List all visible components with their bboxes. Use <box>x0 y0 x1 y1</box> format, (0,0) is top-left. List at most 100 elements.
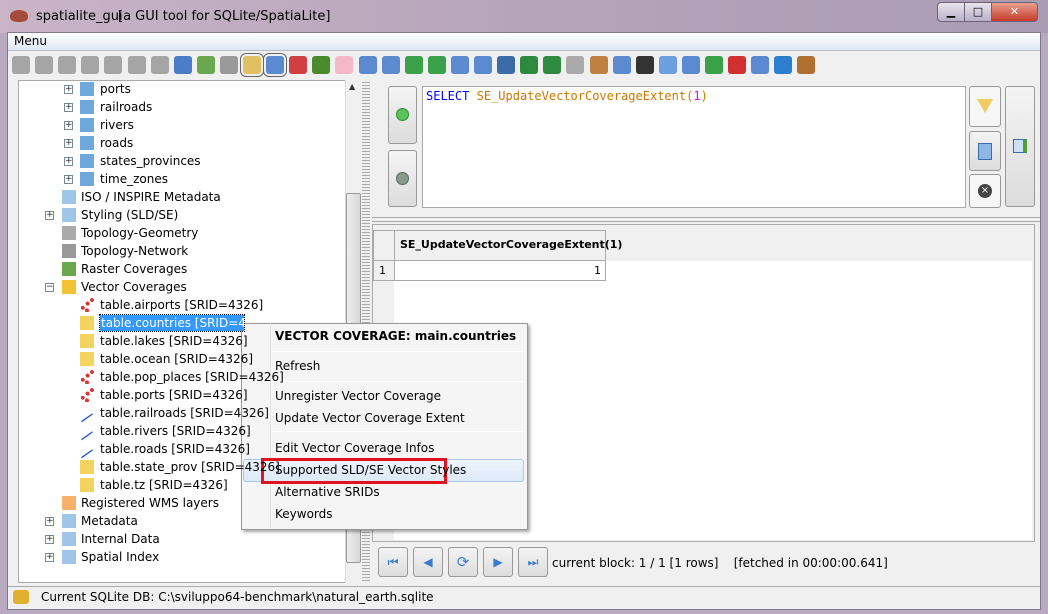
virtual-xl-icon[interactable] <box>474 56 492 74</box>
virtual-xl-link-icon[interactable] <box>543 56 562 74</box>
tree-item[interactable]: Internal Data <box>81 530 160 548</box>
tree-item[interactable]: table.ocean [SRID=4326] <box>100 350 253 368</box>
wms-icon[interactable] <box>658 56 677 74</box>
load-xl-icon[interactable] <box>450 56 469 74</box>
font-icon[interactable] <box>728 56 747 74</box>
create-db-icon[interactable] <box>58 56 77 74</box>
sanitize-icon[interactable] <box>335 56 354 74</box>
load-shp-icon[interactable] <box>240 53 264 77</box>
refresh-button[interactable]: ⟳ <box>448 547 478 577</box>
memory-db-clone-icon[interactable] <box>150 56 169 74</box>
export-icon[interactable] <box>497 56 516 74</box>
network-icon[interactable] <box>681 56 700 74</box>
collapse-icon[interactable]: − <box>45 283 54 292</box>
menu-item-keywords[interactable]: Keywords <box>275 504 333 524</box>
expand-icon[interactable]: + <box>45 517 54 526</box>
raster-icon[interactable] <box>589 56 608 74</box>
expand-icon[interactable]: + <box>45 211 54 220</box>
text-icon[interactable] <box>635 56 654 74</box>
menu-item-unregister[interactable]: Unregister Vector Coverage <box>275 386 441 406</box>
load-txt-icon[interactable] <box>263 53 288 77</box>
tree-item[interactable]: table.airports [SRID=4326] <box>100 296 263 314</box>
tree-item[interactable]: ports <box>100 80 131 98</box>
execute-button[interactable] <box>1005 86 1035 207</box>
copy-icon[interactable] <box>612 56 631 74</box>
expand-icon[interactable]: + <box>64 139 73 148</box>
sql-editor[interactable]: SELECT SE_UpdateVectorCoverageExtent(1) <box>422 86 966 208</box>
edit-icon[interactable] <box>381 56 400 74</box>
attach-icon[interactable] <box>173 56 192 74</box>
close-button[interactable]: ✕ <box>991 2 1038 22</box>
table-cell[interactable]: 1 <box>394 260 606 281</box>
virtual-shp-icon[interactable] <box>404 56 423 74</box>
expand-icon[interactable]: + <box>64 175 73 184</box>
tree-item[interactable]: table.roads [SRID=4326] <box>100 440 250 458</box>
menu-item-edit-infos[interactable]: Edit Vector Coverage Infos <box>275 438 434 458</box>
help-icon[interactable] <box>751 56 770 74</box>
tree-item[interactable]: table.state_prov [SRID=4326] <box>100 458 280 476</box>
tree-item[interactable]: Spatial Index <box>81 548 159 566</box>
connect-icon[interactable] <box>12 56 30 74</box>
tree-item[interactable]: Registered WMS layers <box>81 494 219 512</box>
next-block-button[interactable]: ▶ <box>483 547 513 577</box>
previous-block-button[interactable]: ◀ <box>413 547 443 577</box>
maximize-button[interactable]: □ <box>964 2 992 22</box>
tree-item[interactable]: Topology-Network <box>81 242 188 260</box>
check-geometry-icon[interactable] <box>312 56 331 74</box>
tree-item[interactable]: table.lakes [SRID=4326] <box>100 332 248 350</box>
tree-item[interactable]: ISO / INSPIRE Metadata <box>81 188 221 206</box>
expand-icon[interactable]: + <box>45 553 54 562</box>
row-header[interactable]: 1 <box>373 260 395 281</box>
minimize-button[interactable]: ▁ <box>937 2 965 22</box>
tree-item[interactable]: table.countries [SRID=4326] <box>99 314 245 332</box>
export-xl-icon[interactable] <box>520 56 539 74</box>
first-block-button[interactable]: ⏮ <box>378 547 408 577</box>
globe-icon[interactable] <box>705 56 723 74</box>
expand-icon[interactable]: + <box>64 121 73 130</box>
filter-button[interactable] <box>969 86 1001 127</box>
horizontal-splitter[interactable] <box>372 217 1040 222</box>
history-back-button[interactable] <box>388 86 417 144</box>
tree-item[interactable]: roads <box>100 134 133 152</box>
tree-item[interactable]: time_zones <box>100 170 168 188</box>
clear-button[interactable]: × <box>969 174 1001 208</box>
last-block-button[interactable]: ⏭ <box>518 547 548 577</box>
scroll-up-icon[interactable]: ▲ <box>349 82 355 91</box>
menu-item-alternative-srids[interactable]: Alternative SRIDs <box>275 482 380 502</box>
history-forward-button[interactable] <box>388 150 417 207</box>
column-header[interactable]: SE_UpdateVectorCoverageExtent(1) <box>394 230 622 261</box>
vacuum-icon[interactable] <box>196 56 215 74</box>
load-dbf-icon[interactable] <box>358 56 377 74</box>
tree-item[interactable]: Topology-Geometry <box>81 224 198 242</box>
tree-item[interactable]: table.rivers [SRID=4326] <box>100 422 251 440</box>
tree-item[interactable]: Vector Coverages <box>81 278 187 296</box>
about-icon[interactable] <box>774 56 793 74</box>
exit-icon[interactable] <box>797 56 816 74</box>
charts-icon[interactable] <box>289 56 308 74</box>
expand-icon[interactable]: + <box>64 103 73 112</box>
expand-icon[interactable]: + <box>45 535 54 544</box>
tree-item[interactable]: Metadata <box>81 512 138 530</box>
load-sql-button[interactable] <box>969 131 1001 171</box>
tree-item[interactable]: table.ports [SRID=4326] <box>100 386 248 404</box>
menu-item-supported-styles[interactable]: Supported SLD/SE Vector Styles <box>275 460 466 480</box>
virtual-dbf-icon[interactable] <box>427 56 446 74</box>
tree-item[interactable]: table.railroads [SRID=4326] <box>100 404 269 422</box>
link-icon[interactable] <box>566 56 585 74</box>
tree-item[interactable]: Raster Coverages <box>81 260 187 278</box>
menu-item-update-extent[interactable]: Update Vector Coverage Extent <box>275 408 465 428</box>
tree-item[interactable]: table.pop_places [SRID=4326] <box>100 368 284 386</box>
memory-db-icon[interactable] <box>81 56 100 74</box>
memory-db-new-icon[interactable] <box>127 56 146 74</box>
disconnect-icon[interactable] <box>35 56 54 74</box>
tree-item[interactable]: states_provinces <box>100 152 201 170</box>
tree-item[interactable]: rivers <box>100 116 134 134</box>
expand-icon[interactable]: + <box>64 85 73 94</box>
tree-item[interactable]: Styling (SLD/SE) <box>81 206 178 224</box>
tree-item[interactable]: railroads <box>100 98 152 116</box>
sql-script-icon[interactable] <box>219 56 238 74</box>
menu-item[interactable]: Menu <box>14 34 47 48</box>
expand-icon[interactable]: + <box>64 157 73 166</box>
memory-db-save-icon[interactable] <box>104 56 123 74</box>
grid-corner[interactable] <box>373 230 395 261</box>
